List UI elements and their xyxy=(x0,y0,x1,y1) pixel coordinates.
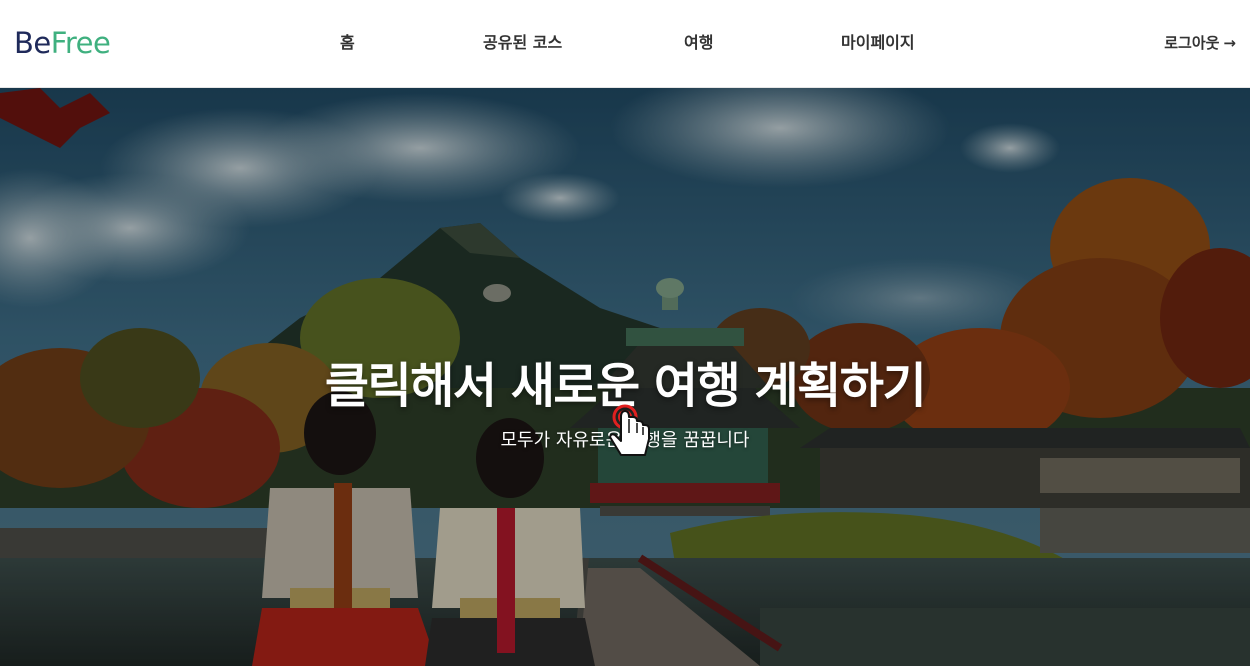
logout-label: 로그아웃 xyxy=(1164,34,1220,52)
nav-travel[interactable]: 여행 xyxy=(684,32,713,54)
hero-banner[interactable]: 클릭해서 새로운 여행 계획하기 모두가 자유로운 여행을 꿈꿉니다 xyxy=(0,88,1250,666)
logo-be: Be xyxy=(14,26,51,60)
befree-logo[interactable]: BeFree xyxy=(14,26,111,60)
nav-home[interactable]: 홈 xyxy=(340,32,355,54)
arrow-right-icon: → xyxy=(1223,34,1236,52)
logout-button[interactable]: 로그아웃 → xyxy=(1164,32,1236,54)
nav-mypage[interactable]: 마이페이지 xyxy=(841,32,915,54)
hand-pointer-icon xyxy=(609,404,650,456)
top-navbar: BeFree 홈 공유된 코스 여행 마이페이지 로그아웃 → xyxy=(0,0,1250,88)
logo-free: Free xyxy=(50,26,111,60)
nav-shared-courses[interactable]: 공유된 코스 xyxy=(483,32,562,54)
